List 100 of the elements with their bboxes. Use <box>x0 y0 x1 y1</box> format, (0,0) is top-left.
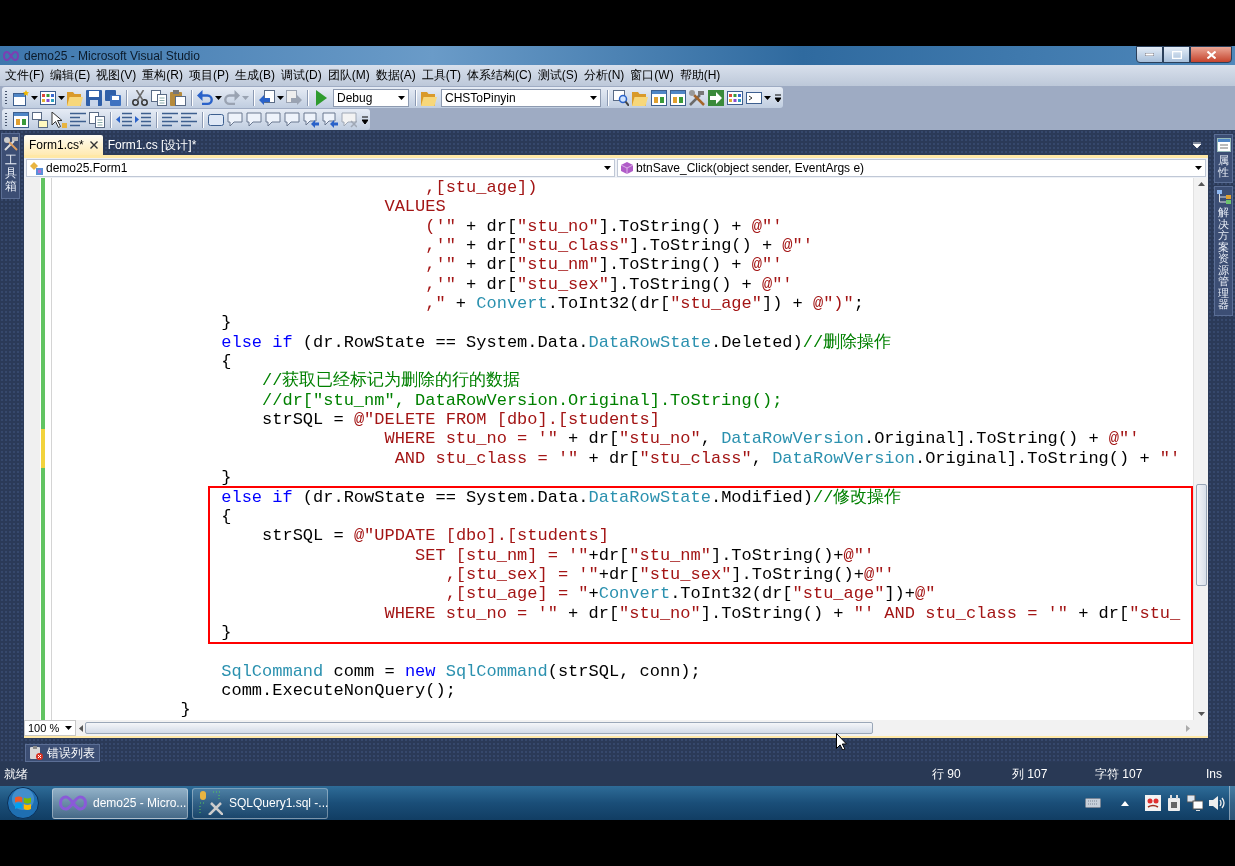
code-line: WHERE stu_no = '" + dr["stu_no"].ToString() + "' AND stu_class = '" + dr["stu_ <box>384 603 1181 623</box>
startup-project-dropdown[interactable]: CHSToPinyin <box>441 88 601 107</box>
clipboard-icon[interactable] <box>170 89 186 106</box>
floppy-disks-icon[interactable] <box>105 89 121 106</box>
menu-item[interactable]: 分析(N) <box>580 66 628 85</box>
menu-item[interactable]: 编辑(E) <box>47 66 94 85</box>
scrollbar-thumb[interactable] <box>85 722 873 734</box>
face-icon[interactable] <box>1145 795 1161 811</box>
pointer-icon[interactable] <box>51 111 67 128</box>
play-icon[interactable] <box>313 89 329 106</box>
menu-item[interactable]: 重构(R) <box>139 66 186 85</box>
indent-icon[interactable] <box>135 111 151 128</box>
cube-icon <box>621 162 633 174</box>
power-plug-icon[interactable] <box>1167 795 1181 811</box>
document-tab[interactable]: Form1.cs* <box>24 135 103 155</box>
minimize-button[interactable] <box>1136 46 1163 63</box>
caret-icon[interactable] <box>277 95 284 100</box>
bubble-arrow-icon[interactable] <box>322 111 338 128</box>
outdent-icon[interactable] <box>116 111 132 128</box>
speech-bubble-icon[interactable] <box>284 111 300 128</box>
member-dropdown[interactable]: btnSave_Click(object sender, EventArgs e) <box>617 159 1206 177</box>
rectangle-icon[interactable] <box>208 111 224 128</box>
chevron-up-icon[interactable] <box>1121 800 1129 806</box>
menu-item[interactable]: 项目(P) <box>186 66 232 85</box>
code-line: } <box>221 313 232 333</box>
boxes-icon[interactable] <box>32 111 48 128</box>
menu-item[interactable]: 体系结构(C) <box>464 66 535 85</box>
copy-icon[interactable] <box>151 89 167 106</box>
network-icon[interactable] <box>1187 795 1203 811</box>
keyboard-icon[interactable] <box>1085 798 1101 808</box>
horizontal-scrollbar[interactable] <box>76 720 1193 736</box>
taskbar-button[interactable]: demo25 - Micro... <box>52 787 188 819</box>
window-icon[interactable] <box>651 89 667 106</box>
error-list-tab[interactable]: 错误列表 <box>25 744 100 762</box>
magnifier-icon[interactable] <box>613 89 629 106</box>
menu-item[interactable]: 帮助(H) <box>676 66 724 85</box>
window-icon[interactable] <box>670 89 686 106</box>
cylinder-tools-icon <box>199 791 223 815</box>
tools-icon[interactable] <box>689 89 705 106</box>
document-tab[interactable]: Form1.cs [设计]* <box>102 135 202 155</box>
code-line: ('" + dr["stu_no"].ToString() + @"' <box>425 216 783 236</box>
maximize-button[interactable] <box>1163 46 1190 63</box>
menu-item[interactable]: 文件(F) <box>2 66 48 85</box>
bubble-arrow-icon[interactable] <box>303 111 319 128</box>
speech-bubble-icon[interactable] <box>265 111 281 128</box>
configuration-dropdown[interactable]: Debug <box>333 88 409 107</box>
caret-icon[interactable] <box>1195 166 1202 170</box>
menu-item[interactable]: 视图(V) <box>93 66 140 85</box>
zoom-dropdown[interactable]: 100 % <box>24 720 76 736</box>
text-lines-icon[interactable] <box>181 111 197 128</box>
close-button[interactable] <box>1190 46 1232 63</box>
caret-icon[interactable] <box>58 95 65 100</box>
undo-icon[interactable] <box>197 89 213 106</box>
window-icon[interactable] <box>13 111 29 128</box>
toolbar-grip[interactable] <box>4 112 8 127</box>
caret-icon[interactable] <box>590 95 597 100</box>
caret-icon[interactable] <box>604 166 611 170</box>
taskbar-button[interactable]: SQLQuery1.sql -... <box>192 787 328 819</box>
menu-item[interactable]: 数据(A) <box>372 66 419 85</box>
speaker-icon[interactable] <box>1209 796 1225 810</box>
page-arrow-icon[interactable] <box>259 89 275 106</box>
side-panel-tab[interactable]: 属性 <box>1214 134 1233 184</box>
caret-icon[interactable] <box>215 95 222 100</box>
caret-icon[interactable] <box>764 95 771 100</box>
speech-bubble-icon[interactable] <box>246 111 262 128</box>
caret-icon[interactable] <box>31 95 38 100</box>
speech-bubble-icon[interactable] <box>227 111 243 128</box>
grid-icon[interactable] <box>727 89 743 106</box>
vertical-scrollbar[interactable] <box>1193 178 1208 720</box>
arrow-down-icon[interactable] <box>1197 712 1205 716</box>
arrow-box-icon[interactable] <box>708 89 724 106</box>
scrollbar-thumb[interactable] <box>1195 484 1207 586</box>
toolbar-grip[interactable] <box>4 90 8 105</box>
caret-icon[interactable] <box>398 95 405 100</box>
close-icon[interactable] <box>89 141 98 149</box>
menu-item[interactable]: 窗口(W) <box>627 66 677 85</box>
menu-item[interactable]: 团队(M) <box>324 66 373 85</box>
console-icon[interactable] <box>746 89 762 106</box>
line-number: 行 90 <box>932 765 961 783</box>
grid-icon[interactable] <box>40 89 56 106</box>
caret-icon[interactable] <box>65 726 72 730</box>
tab-list-icon[interactable] <box>1193 142 1201 148</box>
overflow-icon[interactable] <box>362 115 368 124</box>
arrow-left-icon[interactable] <box>79 724 83 732</box>
arrow-up-icon[interactable] <box>1197 182 1205 186</box>
menu-item[interactable]: 工具(T) <box>418 66 464 85</box>
code-line: else if (dr.RowState == System.Data.DataRowState.Modified)//修改操作 <box>221 487 902 507</box>
menu-item[interactable]: 调试(D) <box>278 66 325 85</box>
type-dropdown[interactable]: demo25.Form1 <box>26 159 615 177</box>
code-line: ,'" + dr["stu_class"].ToString() + @"' <box>425 236 813 256</box>
menu-item[interactable]: 生成(B) <box>232 66 278 85</box>
text-lines-icon[interactable] <box>162 111 178 128</box>
start-button[interactable] <box>5 787 41 819</box>
overflow-icon[interactable] <box>775 93 781 102</box>
toolbox-side-tab[interactable]: 工具箱 <box>1 133 20 199</box>
menu-item[interactable]: 测试(S) <box>534 66 581 85</box>
text-lines-icon[interactable] <box>70 111 86 128</box>
scissors-icon[interactable] <box>132 89 148 106</box>
copy-icon[interactable] <box>89 111 105 128</box>
side-panel-tab[interactable]: 解决方案资源管理器 <box>1214 186 1233 316</box>
